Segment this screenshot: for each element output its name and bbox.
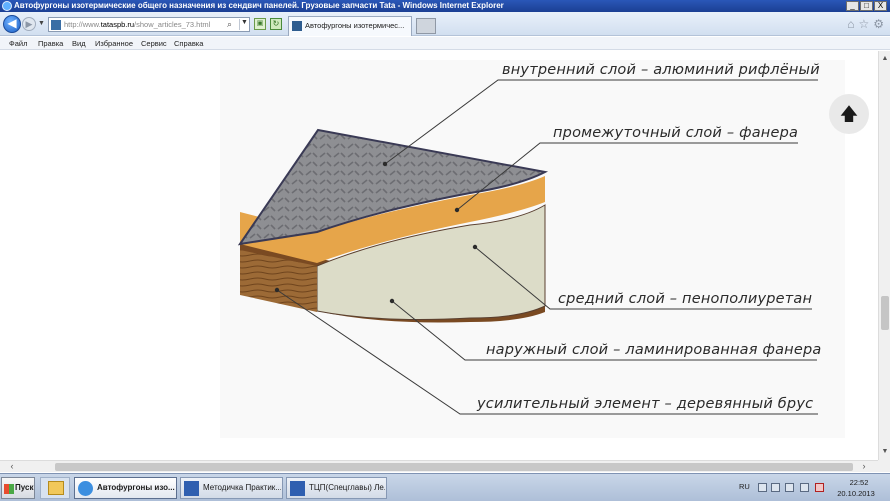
tab-favicon-icon <box>292 21 302 31</box>
back-button[interactable]: ◀ <box>3 15 21 33</box>
scroll-left-arrow-icon[interactable]: ‹ <box>6 461 18 473</box>
forward-button[interactable]: ▶ <box>22 17 36 31</box>
tab-current-page[interactable]: Автофургоны изотермичес... <box>288 16 412 36</box>
vertical-scrollbar[interactable]: ▲ ▼ <box>878 51 890 460</box>
windows-logo-icon <box>4 484 14 494</box>
horizontal-scrollbar[interactable]: ‹ › <box>0 460 878 472</box>
network-icon[interactable] <box>800 483 809 492</box>
callout-intermediate-layer: промежуточный слой – фанера <box>553 125 799 141</box>
clock-time[interactable]: 22:52 <box>840 478 878 487</box>
window-controls: _ □ X <box>846 1 887 11</box>
taskbar-item-label: Автофургоны изо... <box>97 483 175 492</box>
menu-help[interactable]: Справка <box>174 37 203 50</box>
sandwich-panel-illustration <box>237 79 818 415</box>
scroll-up-arrow-icon[interactable]: ▲ <box>879 53 890 65</box>
arrow-up-icon: 🡅 <box>839 104 859 124</box>
home-icon[interactable]: ⌂ <box>847 17 854 31</box>
action-center-flag-icon[interactable] <box>785 483 794 492</box>
search-icon[interactable]: ⌕ <box>227 19 232 30</box>
window-title-bar: Автофургоны изотермические общего назнач… <box>0 0 890 12</box>
callout-reinforcing-element: усилительный элемент – деревянный брус <box>477 396 814 412</box>
vertical-scroll-thumb[interactable] <box>881 296 889 330</box>
callout-outer-layer: наружный слой – ламинированная фанера <box>486 342 822 358</box>
site-favicon-icon <box>51 20 61 30</box>
scroll-right-arrow-icon[interactable]: › <box>858 461 870 473</box>
menu-edit[interactable]: Правка <box>38 37 63 50</box>
show-hidden-icons-icon[interactable] <box>758 483 767 492</box>
menu-file[interactable]: Файл <box>9 37 27 50</box>
callout-inner-layer: внутренний слой – алюминий рифлёный <box>502 62 820 78</box>
taskbar-item-browser[interactable]: Автофургоны изо... <box>74 477 177 499</box>
quick-launch-explorer[interactable] <box>40 477 70 499</box>
horizontal-scroll-thumb[interactable] <box>55 463 853 471</box>
taskbar: Пуск Автофургоны изо... Методичка Практи… <box>0 473 890 501</box>
address-url[interactable]: http://www.tataspb.ru/show_articles_73.h… <box>64 18 210 31</box>
taskbar-item-document-2[interactable]: ТЦП(Спецглавы) Ле... <box>286 477 387 499</box>
taskbar-item-label: ТЦП(Спецглавы) Ле... <box>309 483 385 492</box>
new-tab-button[interactable] <box>416 18 436 34</box>
word-document-icon <box>184 481 199 496</box>
ie-icon <box>2 1 12 11</box>
browser-toolbar-icons: ⌂ ☆ ⚙ <box>847 17 884 31</box>
language-indicator[interactable]: RU <box>739 482 750 491</box>
scroll-to-top-button[interactable]: 🡅 <box>829 94 869 134</box>
keyboard-icon[interactable] <box>771 483 780 492</box>
maximize-button[interactable]: □ <box>860 1 873 11</box>
recent-pages-dropdown-icon[interactable]: ▼ <box>38 20 45 27</box>
favorites-star-icon[interactable]: ☆ <box>858 17 869 31</box>
word-document-icon <box>290 481 305 496</box>
start-label: Пуск <box>15 483 34 492</box>
navigation-bar: ◀ ▶ ▼ http://www.tataspb.ru/show_article… <box>0 12 890 36</box>
scrollbar-corner <box>878 460 890 472</box>
minimize-button[interactable]: _ <box>846 1 859 11</box>
ie-icon <box>78 481 93 496</box>
settings-gear-icon[interactable]: ⚙ <box>873 17 884 31</box>
taskbar-item-label: Методичка Практик... <box>203 483 281 492</box>
folder-icon <box>48 481 64 495</box>
menu-tools[interactable]: Сервис <box>141 37 167 50</box>
sandwich-panel-figure: внутренний слой – алюминий рифлёный пром… <box>220 60 845 438</box>
compatibility-view-icon[interactable]: ▣ <box>254 18 266 30</box>
address-dropdown-icon[interactable]: ▼ <box>239 19 249 30</box>
menu-favorites[interactable]: Избранное <box>95 37 133 50</box>
callout-middle-layer: средний слой – пенополиуретан <box>558 291 813 307</box>
page-viewport: внутренний слой – алюминий рифлёный пром… <box>0 51 878 460</box>
scroll-down-arrow-icon[interactable]: ▼ <box>879 446 890 458</box>
refresh-icon[interactable]: ↻ <box>270 18 282 30</box>
tab-label: Автофургоны изотермичес... <box>305 21 405 30</box>
close-button[interactable]: X <box>874 1 887 11</box>
start-button[interactable]: Пуск <box>1 477 35 499</box>
menu-bar: Файл Правка Вид Избранное Сервис Справка <box>0 37 890 50</box>
address-bar[interactable]: http://www.tataspb.ru/show_articles_73.h… <box>48 17 250 32</box>
taskbar-item-document-1[interactable]: Методичка Практик... <box>180 477 283 499</box>
menu-view[interactable]: Вид <box>72 37 86 50</box>
volume-muted-icon[interactable] <box>815 483 824 492</box>
window-title: Автофургоны изотермические общего назнач… <box>14 1 504 10</box>
system-tray: RU 22:52 20.10.2013 <box>735 474 890 502</box>
clock-date[interactable]: 20.10.2013 <box>832 489 880 498</box>
